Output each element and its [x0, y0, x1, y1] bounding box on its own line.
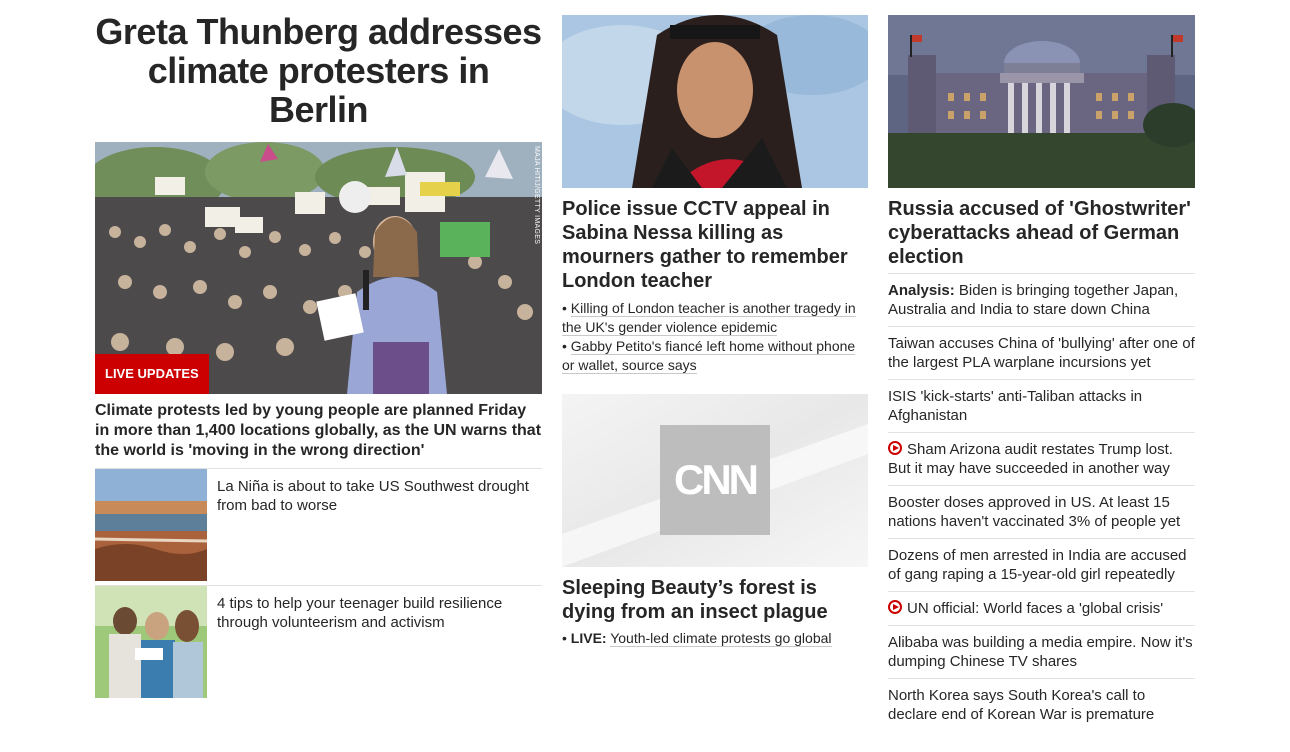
headline-list-item[interactable]: Booster doses approved in US. At least 1… — [888, 485, 1195, 538]
cnn-placeholder-image[interactable]: CNN — [562, 394, 868, 567]
russia-ghostwriter-headline[interactable]: Russia accused of 'Ghostwriter' cyberatt… — [888, 197, 1195, 269]
headline-list-item[interactable]: Sham Arizona audit restates Trump lost. … — [888, 432, 1195, 485]
reichstag-photo — [888, 15, 1195, 188]
lead-story-headline[interactable]: Greta Thunberg addresses climate protest… — [95, 12, 542, 129]
middle-column: Police issue CCTV appeal in Sabina Nessa… — [562, 15, 868, 647]
lead-story-title: Greta Thunberg addresses climate protest… — [95, 11, 542, 130]
side-story-thumbnail — [95, 586, 207, 698]
play-video-icon — [888, 600, 902, 614]
headline-list-item[interactable]: Analysis: Biden is bringing together Jap… — [888, 273, 1195, 326]
reichstag-image[interactable] — [888, 15, 1195, 188]
related-link[interactable]: Gabby Petito's fiancé left home without … — [562, 338, 856, 374]
headline-text: Booster doses approved in US. At least 1… — [888, 494, 1181, 530]
sleeping-beauty-headline[interactable]: Sleeping Beauty’s forest is dying from a… — [562, 576, 868, 624]
lead-story-image[interactable]: MAJA HITIJ/GETTY IMAGES LIVE UPDATES — [95, 142, 542, 394]
sabina-nessa-image[interactable] — [562, 15, 868, 188]
headline-list-item[interactable]: Dozens of men arrested in India are accu… — [888, 538, 1195, 591]
photo-credit: MAJA HITIJ/GETTY IMAGES — [533, 146, 540, 245]
headline-text: North Korea says South Korea's call to d… — [888, 687, 1155, 723]
related-link-item: • Killing of London teacher is another t… — [562, 300, 856, 336]
side-story-headline: 4 tips to help your teenager build resil… — [217, 595, 503, 631]
headline-list-item[interactable]: UN official: World faces a 'global crisi… — [888, 591, 1195, 625]
headline-text: Taiwan accuses China of 'bullying' after… — [888, 335, 1195, 371]
right-column: Russia accused of 'Ghostwriter' cyberatt… — [888, 15, 1195, 723]
headline-text: Alibaba was building a media empire. Now… — [888, 634, 1193, 670]
side-story-item[interactable]: 4 tips to help your teenager build resil… — [95, 585, 542, 703]
portrait-photo — [562, 15, 868, 188]
analysis-label: Analysis: — [888, 282, 955, 299]
live-label: LIVE: — [570, 630, 607, 646]
headline-list-item[interactable]: Taiwan accuses China of 'bullying' after… — [888, 326, 1195, 379]
live-link[interactable]: Youth-led climate protests go global — [610, 630, 832, 647]
related-link[interactable]: Killing of London teacher is another tra… — [562, 300, 856, 336]
cnn-logo-text: CNN — [674, 456, 759, 503]
headline-text: UN official: World faces a 'global crisi… — [907, 600, 1164, 617]
play-video-icon — [888, 441, 902, 455]
lead-story-summary: Climate protests led by young people are… — [95, 402, 542, 459]
headline-list: Analysis: Biden is bringing together Jap… — [888, 273, 1195, 731]
live-updates-badge[interactable]: LIVE UPDATES — [95, 354, 209, 394]
headline-list-item[interactable]: North Korea says South Korea's call to d… — [888, 678, 1195, 731]
sabina-nessa-headline[interactable]: Police issue CCTV appeal in Sabina Nessa… — [562, 197, 868, 293]
side-story-item[interactable]: La Niña is about to take US Southwest dr… — [95, 468, 542, 586]
lead-story-summary-link[interactable]: Climate protests led by young people are… — [95, 401, 542, 461]
related-links: • Killing of London teacher is another t… — [562, 299, 868, 375]
side-story-headline: La Niña is about to take US Southwest dr… — [217, 478, 529, 514]
lead-story-column: Greta Thunberg addresses climate protest… — [95, 12, 542, 698]
headline-text: Sham Arizona audit restates Trump lost. … — [888, 441, 1173, 477]
headline-text: Dozens of men arrested in India are accu… — [888, 547, 1187, 583]
headline-text: ISIS 'kick-starts' anti-Taliban attacks … — [888, 388, 1143, 424]
live-link-item: • LIVE: Youth-led climate protests go gl… — [562, 630, 832, 647]
related-link-item: • Gabby Petito's fiancé left home withou… — [562, 338, 856, 374]
side-story-thumbnail — [95, 469, 207, 581]
headline-list-item[interactable]: ISIS 'kick-starts' anti-Taliban attacks … — [888, 379, 1195, 432]
headline-list-item[interactable]: Alibaba was building a media empire. Now… — [888, 625, 1195, 678]
